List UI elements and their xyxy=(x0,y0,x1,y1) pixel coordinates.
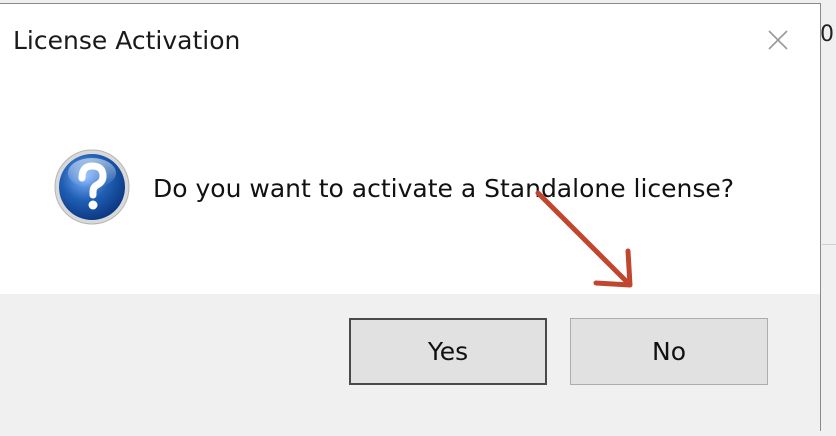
dialog-button-bar: Yes No xyxy=(0,294,820,431)
dialog-message: Do you want to activate a Standalone lic… xyxy=(153,174,735,203)
yes-button[interactable]: Yes xyxy=(349,318,547,385)
dialog-content: Do you want to activate a Standalone lic… xyxy=(0,4,820,294)
background-divider xyxy=(822,244,836,245)
no-button[interactable]: No xyxy=(570,318,768,385)
question-icon xyxy=(52,147,132,227)
license-activation-dialog: License Activation Do you want to activa… xyxy=(0,3,821,431)
background-window-text: 0 xyxy=(820,22,834,47)
